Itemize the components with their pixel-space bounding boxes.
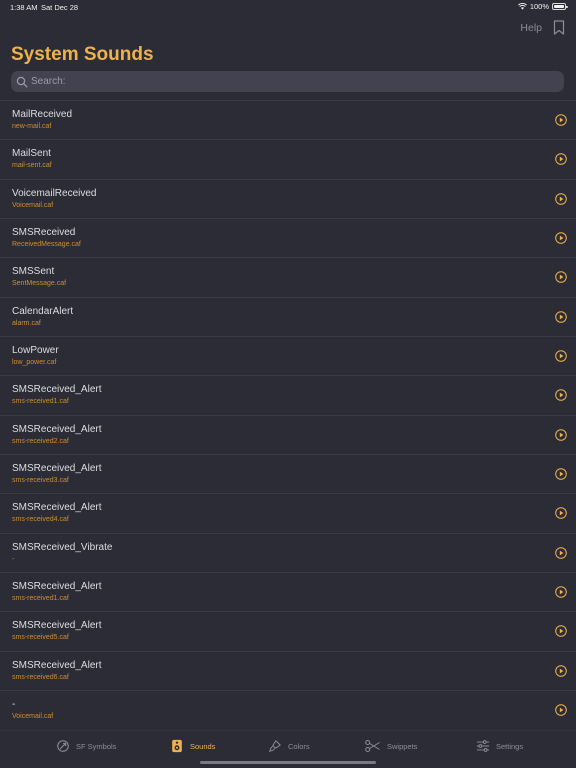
sound-name: SMSReceived_Alert [12,384,102,396]
help-button[interactable]: Help [520,22,542,34]
sound-row[interactable]: SMSReceived_Alert sms-received2.caf [0,414,576,454]
tab-label: Colors [288,741,310,751]
sound-row[interactable]: SMSReceived_Alert sms-received1.caf [0,572,576,611]
sound-name: SMSReceived_Alert [12,581,102,593]
play-icon[interactable] [555,192,567,205]
play-icon[interactable] [555,153,567,166]
sound-filename: mail-sent.caf [12,162,52,170]
sound-row[interactable]: SMSReceived_Alert sms-received5.caf [0,611,576,650]
sound-filename: sms-received1.caf [12,595,69,603]
sound-row[interactable]: MailReceived new-mail.caf [0,100,576,139]
sound-name: LowPower [12,345,59,357]
status-indicators: 100% [517,2,568,11]
tab-label: SF Symbols [76,741,117,751]
status-date: Sat Dec 28 [41,3,79,12]
play-icon[interactable] [555,507,567,520]
sound-filename: sms-received2.caf [12,437,69,445]
sound-name: SMSReceived_Alert [12,620,102,632]
sound-name: SMSSent [12,266,55,278]
play-icon[interactable] [555,310,567,323]
play-icon[interactable] [555,350,567,362]
search-input[interactable] [31,71,564,92]
tab-bar: SF Symbols Sounds Colors Swippets Settin… [0,730,576,768]
battery-percent: 100% [529,2,549,11]
sound-filename: sms-received3.caf [12,477,69,485]
wifi-icon [517,3,527,10]
sound-filename: new-mail.caf [12,123,52,130]
play-icon[interactable] [555,468,567,480]
status-bar: 1:38 AM Sat Dec 28 100% [0,0,576,14]
sf-symbols-icon [57,740,69,752]
scissors-icon [365,740,380,752]
sound-row[interactable]: LowPower low_power.caf [0,336,576,375]
sound-row[interactable]: SMSSent SentMessage.caf [0,257,576,296]
speaker-icon [172,739,182,753]
sound-filename: sms-received5.caf [12,634,69,642]
sound-filename: sms-received1.caf [12,398,69,406]
sound-filename: Voicemail.caf [12,201,54,209]
play-icon[interactable] [555,665,567,677]
sliders-icon [476,740,490,752]
sound-list[interactable]: MailReceived new-mail.caf MailSent mail-sen… [0,100,576,730]
sound-name: MailSent [12,148,51,160]
tab-label: Swippets [387,741,418,751]
sound-name: MailReceived [12,109,73,120]
tab-swippets[interactable]: Swippets [364,739,417,753]
sound-name: - [12,699,16,711]
sound-filename: SentMessage.caf [12,280,67,288]
sound-row[interactable]: MailSent mail-sent.caf [0,139,576,178]
home-indicator [200,761,376,764]
sound-name: SMSReceived_Alert [12,502,102,514]
sound-row[interactable]: VoicemailReceived Voicemail.caf [0,178,576,218]
sound-row[interactable]: SMSReceived_Alert sms-received4.caf [0,493,576,532]
search-bar[interactable] [11,71,564,92]
play-icon[interactable] [555,586,567,598]
sound-name: SMSReceived_Vibrate [12,541,113,553]
play-icon[interactable] [555,232,567,244]
sound-filename: ReceivedMessage.caf [12,241,81,249]
sound-filename: sms-received4.caf [12,516,69,524]
sound-filename: alarm.caf [12,319,41,327]
sound-row[interactable]: - Voicemail.caf [0,690,576,729]
tab-settings[interactable]: Settings [476,739,523,753]
page-title: System Sounds [11,44,154,65]
sound-row[interactable]: SMSReceived_Alert sms-received3.caf [0,454,576,493]
sound-filename: sms-received6.caf [12,673,69,681]
sound-name: VoicemailReceived [12,187,97,199]
play-icon[interactable] [555,271,567,284]
sound-name: SMSReceived_Alert [12,423,102,435]
sound-row[interactable]: SMSReceived ReceivedMessage.caf [0,218,576,257]
play-icon[interactable] [555,546,567,559]
sound-filename: Voicemail.caf [12,713,54,721]
sound-row[interactable]: SMSReceived_Vibrate - [0,532,576,572]
sound-row[interactable]: SMSReceived_Alert sms-received1.caf [0,375,576,414]
tab-sounds[interactable]: Sounds [170,739,215,753]
sound-name: SMSReceived_Alert [12,463,102,475]
sound-filename: - [12,555,15,563]
tab-label: Sounds [190,741,216,751]
sound-name: SMSReceived_Alert [12,659,102,671]
battery-icon [552,3,568,10]
tab-label: Settings [496,741,524,751]
paintbrush-icon [269,740,281,752]
play-icon[interactable] [555,704,567,716]
play-icon[interactable] [555,625,567,638]
sound-row[interactable]: CalendarAlert alarm.caf [0,296,576,336]
search-icon [16,76,28,87]
status-time: 1:38 AM [10,3,38,12]
sound-name: CalendarAlert [12,305,74,317]
bookmark-icon[interactable] [553,20,565,35]
play-icon[interactable] [555,428,567,441]
play-icon[interactable] [555,114,567,126]
sound-row[interactable]: SMSReceived_Alert sms-received6.caf [0,650,576,690]
tab-sf-symbols[interactable]: SF Symbols [56,739,116,753]
sound-filename: low_power.caf [12,359,57,367]
tab-colors[interactable]: Colors [268,739,310,753]
sound-name: SMSReceived [12,227,76,239]
play-icon[interactable] [555,389,567,402]
